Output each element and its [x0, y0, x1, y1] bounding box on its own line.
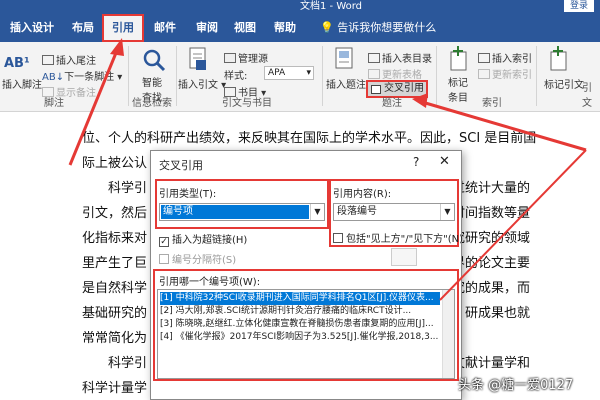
doc-line-fragment: 研成果也就: [465, 306, 531, 321]
style-label: 样式:: [224, 71, 248, 82]
mark-entry-icon: [450, 46, 467, 71]
update-index-icon: [478, 69, 490, 79]
include-above-below-checkbox[interactable]: 包括"见上方"/"见下方"(N): [333, 230, 463, 245]
insert-footnote-icon: AB¹: [4, 56, 30, 71]
citation-style-select[interactable]: APA ▾: [264, 66, 314, 80]
title-bar: 文档1 - Word 登录: [0, 0, 600, 14]
tab-layout[interactable]: 布局: [62, 14, 104, 42]
list-item[interactable]: [2] 冯大刚,郑衷.SCI统计源期刊针灸治疗腰痛的临床RCT设计...: [160, 305, 440, 318]
cross-reference-icon: [371, 85, 381, 94]
doc-line-fragment: 过统计大量的: [452, 181, 531, 196]
authorities-group-label: 引文: [582, 83, 592, 109]
table-of-figures-icon: [368, 53, 380, 63]
ribbon-divider: [536, 46, 537, 106]
chevron-down-icon: ▾: [306, 68, 311, 78]
insert-citation-icon: [189, 47, 206, 70]
citations-group-label: 引文与书目: [222, 98, 272, 109]
help-icon[interactable]: ?: [413, 155, 419, 169]
insert-endnote-button[interactable]: 插入尾注: [42, 52, 96, 67]
doc-line: 科学引: [108, 356, 148, 371]
next-footnote-icon: AB↓: [42, 72, 65, 83]
doc-line: 里产生了巨: [82, 256, 148, 271]
tab-view[interactable]: 视图: [224, 14, 266, 42]
next-footnote-button[interactable]: AB↓下一条脚注 ▾: [42, 68, 122, 83]
doc-line: 常常简化为: [82, 331, 148, 346]
check-icon: ✓: [159, 237, 169, 247]
tell-me-search[interactable]: 💡 告诉我你想要做什么: [320, 14, 436, 42]
insert-caption-button[interactable]: 插入题注: [326, 76, 366, 91]
doc-line: 引文，然后: [82, 206, 148, 221]
tab-help[interactable]: 帮助: [264, 14, 306, 42]
list-item[interactable]: [3] 陈晓晓,赵继红.立体化健康宣教在脊髓损伤患者康复期的应用[J]...: [160, 318, 440, 331]
dialog-title: 交叉引用: [159, 159, 203, 172]
insert-footnote-button[interactable]: 插入脚注: [2, 76, 42, 91]
tab-review[interactable]: 审阅: [186, 14, 228, 42]
tab-mailings[interactable]: 邮件: [144, 14, 186, 42]
lightbulb-icon: 💡: [320, 21, 334, 34]
login-button[interactable]: 登录: [563, 0, 594, 12]
manage-sources-button[interactable]: 管理源: [224, 50, 268, 65]
doc-line: 际上被公认: [82, 156, 148, 171]
doc-line: 科学引: [108, 181, 148, 196]
tab-design[interactable]: 设计: [22, 14, 64, 42]
update-index-button[interactable]: 更新索引: [478, 66, 532, 81]
reference-content-select[interactable]: 段落编号 ▼: [333, 203, 455, 221]
list-item[interactable]: [4] 《催化学报》2017年SCI影响因子为3.525[J].催化学报,201…: [160, 331, 440, 344]
ribbon-divider: [436, 46, 437, 106]
doc-line-fragment: 究的成果，而: [452, 281, 531, 296]
window-title: 文档1 - Word: [300, 1, 363, 12]
cross-reference-dialog: 交叉引用 ? ✕ 引用类型(T): 编号项 ▼ 引用内容(R): 段落编号 ▼ …: [150, 150, 463, 400]
ribbon-tabs: 插入 设计 布局 引用 邮件 审阅 视图 帮助 💡 告诉我你想要做什么: [0, 14, 600, 42]
insert-caption-icon: [335, 47, 353, 69]
insert-index-button[interactable]: 插入索引: [478, 50, 532, 65]
doc-line: 基础研究的: [82, 306, 148, 321]
reference-type-label: 引用类型(T):: [159, 189, 217, 200]
doc-line: 位、个人的科研产出绩效，来反映其在国际上的学术水平。因此，SCI 是目前国: [82, 131, 537, 146]
chevron-down-icon: ▼: [310, 204, 324, 220]
search-icon: [143, 49, 166, 72]
separator-input[interactable]: [391, 248, 417, 266]
insert-table-of-figures-button[interactable]: 插入表目录: [368, 50, 432, 65]
doc-line: 化指标来对: [82, 231, 148, 246]
separator-checkbox[interactable]: 编号分隔符(S): [159, 251, 236, 266]
list-item[interactable]: [1] 中科院32种SCI收录期刊进入国际同学科排名Q1区[J].仪器仪表...: [160, 292, 440, 305]
insert-hyperlink-checkbox[interactable]: ✓ 插入为超链接(H): [159, 231, 247, 247]
mark-citation-button[interactable]: 标记引文: [544, 76, 584, 91]
endnote-icon: [42, 55, 54, 65]
manage-sources-icon: [224, 53, 236, 63]
footnotes-group-label: 脚注: [44, 98, 64, 109]
ribbon-divider: [322, 46, 323, 106]
research-group-label: 信息检索: [132, 98, 172, 109]
update-table-icon: [368, 69, 380, 79]
which-item-label: 引用哪一个编号项(W):: [159, 277, 261, 288]
doc-line-fragment: 文献计量学和: [452, 356, 531, 371]
chevron-down-icon: ▼: [440, 204, 454, 220]
doc-line-fragment: 究研究的领域: [452, 231, 531, 246]
close-icon[interactable]: ✕: [439, 154, 450, 169]
watermark: 头条 @糖一爱0127: [458, 378, 574, 393]
doc-line-fragment: 时间指数等量: [452, 206, 531, 221]
reference-type-select[interactable]: 编号项 ▼: [159, 203, 325, 221]
captions-group-label: 题注: [382, 98, 402, 109]
insert-index-icon: [478, 53, 490, 63]
ribbon-divider: [128, 46, 129, 106]
list-scrollbar[interactable]: [442, 290, 454, 378]
ribbon: AB¹ 插入脚注 插入尾注 AB↓下一条脚注 ▾ 显示备注 脚注 智能 查找 信…: [0, 42, 600, 112]
doc-line: 是自然科学: [82, 281, 148, 296]
reference-content-label: 引用内容(R):: [333, 189, 392, 200]
index-group-label: 索引: [482, 98, 502, 109]
doc-line-fragment: 界的论文主要: [452, 256, 531, 271]
numbered-items-list[interactable]: [1] 中科院32种SCI收录期刊进入国际同学科排名Q1区[J].仪器仪表...…: [157, 289, 455, 379]
mark-citation-icon: [550, 46, 567, 71]
ribbon-divider: [176, 46, 177, 106]
tab-references[interactable]: 引用: [102, 14, 144, 42]
insert-citation-button[interactable]: 插入引文 ▾: [178, 76, 226, 91]
mark-entry-button[interactable]: 标记 条目: [448, 74, 468, 104]
update-table-button[interactable]: 更新表格: [368, 66, 422, 81]
doc-line: 科学计量学: [82, 381, 148, 396]
